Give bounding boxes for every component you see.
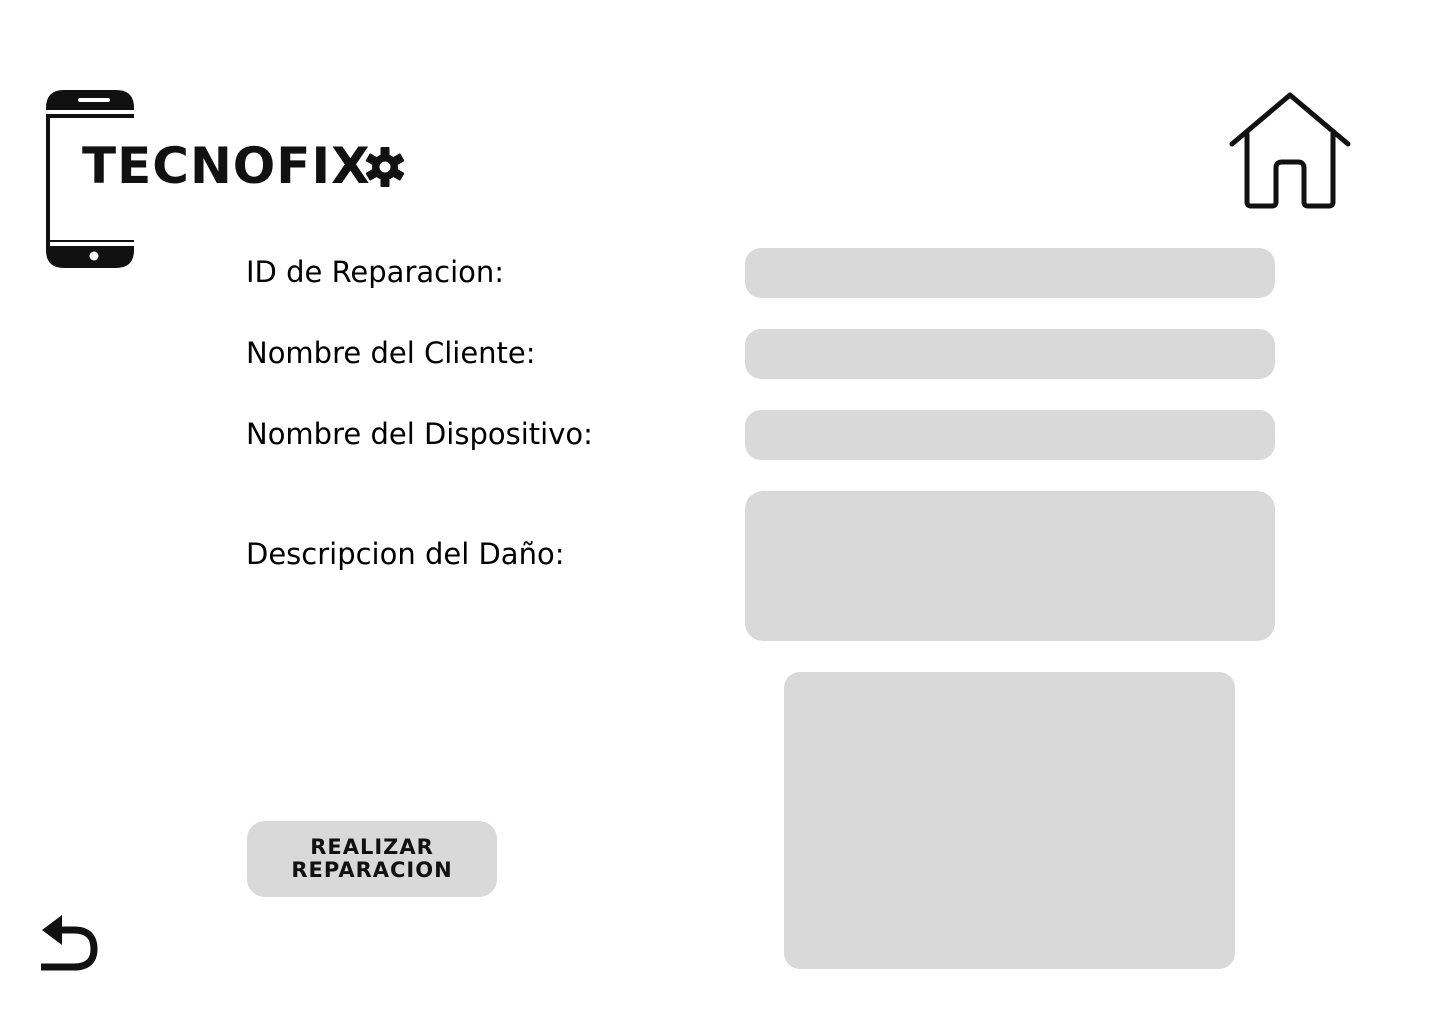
damage-description-label: Descripcion del Daño: (246, 537, 565, 571)
image-placeholder (784, 672, 1235, 969)
device-name-input[interactable] (745, 410, 1275, 460)
brand-name: TECNOFIX (82, 137, 371, 195)
brand-logo: TECNOFIX (44, 88, 414, 270)
gear-icon (365, 147, 405, 187)
perform-repair-button-label: REALIZAR REPARACION (291, 835, 453, 882)
device-name-label: Nombre del Dispositivo: (246, 417, 593, 451)
client-name-input[interactable] (745, 329, 1275, 379)
client-name-label: Nombre del Cliente: (246, 336, 536, 370)
repair-id-label: ID de Reparacion: (246, 255, 505, 289)
undo-arrow-icon[interactable] (38, 912, 100, 972)
home-icon[interactable] (1228, 90, 1352, 210)
damage-description-textarea[interactable] (745, 491, 1275, 641)
repair-id-input[interactable] (745, 248, 1275, 298)
perform-repair-button[interactable]: REALIZAR REPARACION (247, 821, 497, 897)
